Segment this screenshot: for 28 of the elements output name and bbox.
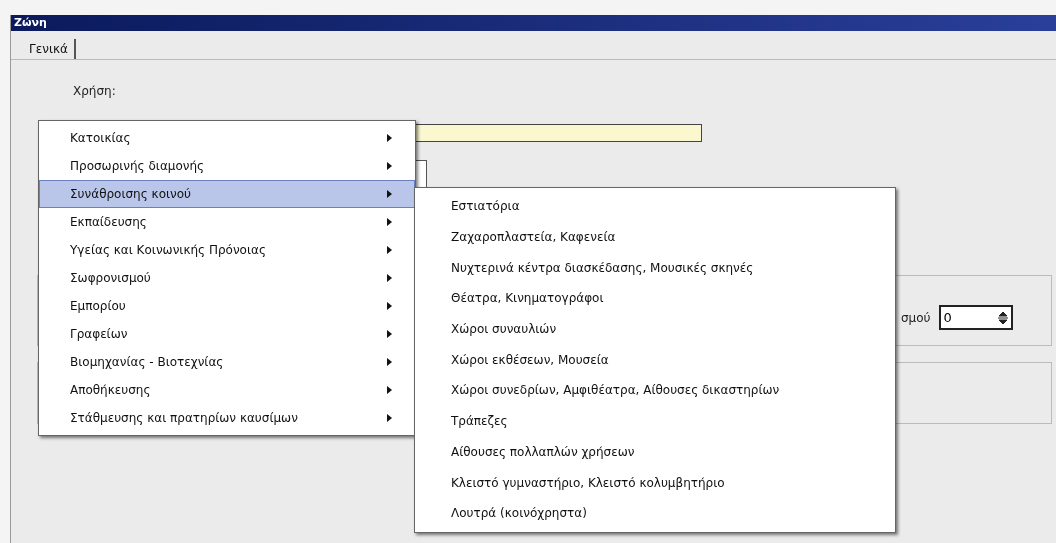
menu-item[interactable]: Εμπορίου	[39, 292, 415, 320]
menu-item[interactable]: Βιομηχανίας - Βιοτεχνίας	[39, 348, 415, 376]
menu-item[interactable]: Χώροι εκθέσεων, Μουσεία	[415, 344, 895, 376]
spin-arrows-icon[interactable]	[997, 310, 1008, 325]
menu-item[interactable]: Κλειστό γυμναστήριο, Κλειστό κολυμβητήριο	[415, 467, 895, 498]
menu-item[interactable]: Χώροι συναυλιών	[415, 313, 895, 345]
menu-item[interactable]: Ζαχαροπλαστεία, Καφενεία	[415, 221, 895, 253]
menu-item[interactable]: Νυχτερινά κέντρα διασκέδασης, Μουσικές σκηνές	[415, 252, 895, 284]
menu-item[interactable]: Τράπεζες	[415, 405, 895, 437]
menu-item[interactable]: Εκπαίδευσης	[39, 208, 415, 236]
spin-value: 0	[943, 308, 952, 327]
menu-item[interactable]: Λουτρά (κοινόχρηστα)	[415, 497, 895, 529]
menu-item[interactable]: Χώροι συνεδρίων, Αμφιθέατρα, Αίθουσες δικαστηρίων	[415, 375, 895, 406]
menu-item[interactable]: Αποθήκευσης	[39, 376, 415, 404]
spin-box[interactable]: 0	[938, 305, 1013, 330]
menu-item[interactable]: Συνάθροισης κοινού	[39, 180, 415, 208]
menu-item[interactable]: Γραφείων	[39, 320, 415, 348]
field-label: σμού	[901, 309, 931, 327]
menu-item[interactable]: Κατοικίας	[39, 124, 415, 152]
menu-item[interactable]: Υγείας και Κοινωνικής Πρόνοιας	[39, 236, 415, 264]
menu-item[interactable]: Θέατρα, Κινηματογράφοι	[415, 283, 895, 314]
menu-item[interactable]: Στάθμευσης και πρατηρίων καυσίμων	[39, 404, 415, 432]
menu-item[interactable]: Εστιατόρια	[415, 191, 895, 222]
menu-item[interactable]: Προσωρινής διαμονής	[39, 152, 415, 180]
window-title: Ζώνη	[14, 14, 47, 31]
field-label: Χρήση:	[73, 83, 116, 100]
menu-item[interactable]: Αίθουσες πολλαπλών χρήσεων	[415, 436, 895, 468]
menu-item[interactable]: Σωφρονισμού	[39, 264, 415, 292]
